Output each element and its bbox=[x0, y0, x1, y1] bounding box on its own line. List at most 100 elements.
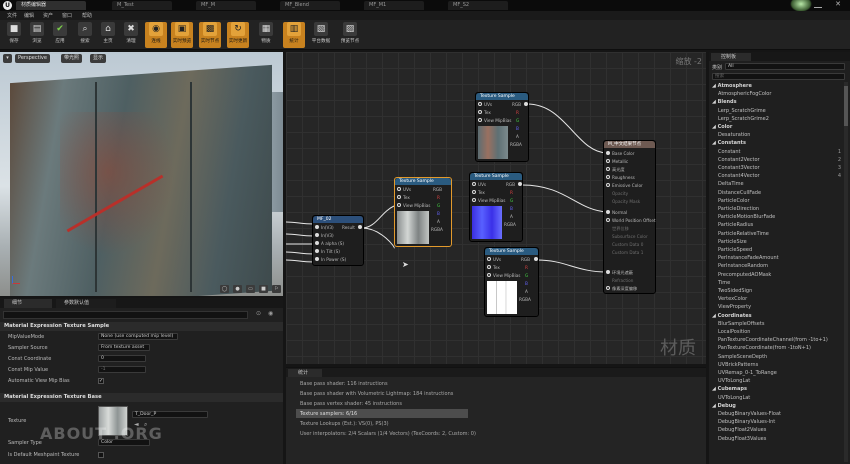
const-mip-value-input[interactable]: -1 bbox=[98, 366, 146, 373]
live-preview-button[interactable]: ▣ 实时预览 bbox=[171, 22, 193, 48]
auto-view-mip-bias-checkbox[interactable]: ✓ bbox=[98, 378, 104, 384]
menu-help[interactable]: 帮助 bbox=[82, 12, 92, 19]
palette-scrollbar[interactable] bbox=[844, 82, 848, 462]
palette-search-input[interactable]: 搜索 bbox=[712, 73, 845, 80]
input-pin[interactable] bbox=[606, 218, 610, 222]
search-button[interactable]: ⌕ 搜索 bbox=[74, 22, 96, 48]
palette-item[interactable]: UVToLongLat bbox=[718, 395, 750, 401]
tab-mf-m1[interactable]: MF_M1 bbox=[364, 1, 424, 10]
preview-cube-button[interactable]: ■ bbox=[259, 285, 268, 293]
palette-category[interactable]: ◢ Blends bbox=[712, 99, 737, 105]
texture-asset-select[interactable]: T_Door_P bbox=[132, 411, 208, 418]
input-pin[interactable] bbox=[606, 270, 610, 274]
input-pin[interactable] bbox=[606, 286, 610, 290]
input-pin[interactable] bbox=[315, 225, 319, 229]
palette-category[interactable]: ◢ Coordinates bbox=[712, 313, 752, 319]
palette-item[interactable]: SampleSceneDepth bbox=[718, 354, 767, 360]
connectors-button[interactable]: ◉ 连线 bbox=[145, 22, 167, 48]
palette-item[interactable]: Constant bbox=[718, 149, 740, 155]
tab-details[interactable]: 细节 bbox=[4, 299, 52, 308]
palette-item[interactable]: ParticleRelativeTime bbox=[718, 231, 769, 237]
palette-item[interactable]: UVRemap_0-1_ToRange bbox=[718, 370, 777, 376]
palette-item[interactable]: DebugBinaryValues-Float bbox=[718, 411, 781, 417]
viewport-menu-button[interactable]: ▾ bbox=[3, 54, 12, 63]
menu-edit[interactable]: 编辑 bbox=[24, 12, 34, 19]
palette-item[interactable]: Lerp_ScratchGrime bbox=[718, 108, 766, 114]
save-button[interactable]: ■ 保存 bbox=[3, 22, 25, 48]
input-pin[interactable] bbox=[606, 151, 610, 155]
minimize-button[interactable] bbox=[814, 2, 822, 8]
palette-item[interactable]: UVToLongLat bbox=[718, 378, 750, 384]
close-button[interactable]: ✕ bbox=[832, 0, 844, 10]
output-pin[interactable] bbox=[534, 257, 538, 261]
input-pin[interactable] bbox=[315, 241, 319, 245]
palette-item[interactable]: BlurSampleOffsets bbox=[718, 321, 764, 327]
palette-item[interactable]: DebugFloat3Values bbox=[718, 436, 766, 442]
output-pin[interactable] bbox=[518, 182, 522, 186]
palette-item[interactable]: Constant2Vector bbox=[718, 157, 760, 163]
input-pin[interactable] bbox=[472, 198, 476, 202]
scrollbar-thumb[interactable] bbox=[844, 86, 848, 126]
palette-item[interactable]: ParticleMotionBlurFade bbox=[718, 214, 775, 220]
mip-value-mode-select[interactable]: None (use computed mip level) bbox=[98, 333, 178, 340]
palette-item[interactable]: AtmosphericFogColor bbox=[718, 91, 771, 97]
const-coordinate-input[interactable]: 0 bbox=[98, 355, 146, 362]
material-function-node[interactable]: MF_02 In(V3) In(V3) A alpha (S) In Tilt … bbox=[312, 215, 364, 266]
texture-sample-node-selected[interactable]: Texture Sample UVs Tex View MipBias RGB … bbox=[394, 177, 452, 247]
input-pin[interactable] bbox=[606, 159, 610, 163]
lit-button[interactable]: 带光照 bbox=[61, 54, 83, 63]
palette-item[interactable]: PrecomputedAOMask bbox=[718, 272, 771, 278]
tab-material-editor[interactable]: 材质编辑器 bbox=[16, 1, 86, 10]
input-pin[interactable] bbox=[315, 249, 319, 253]
palette-item[interactable]: Constant3Vector bbox=[718, 165, 760, 171]
preview-viewport[interactable]: ▾ Perspective 带光照 显示 ◯ ● ▭ ■ ⚐ bbox=[0, 52, 283, 296]
tab-parameter-defaults[interactable]: 参数默认值 bbox=[56, 299, 116, 308]
tab-palette[interactable]: 控制板 bbox=[711, 53, 751, 61]
palette-item[interactable]: Desaturation bbox=[718, 132, 750, 138]
tab-mf-blend[interactable]: MF_Blend bbox=[280, 1, 340, 10]
menu-file[interactable]: 文件 bbox=[7, 12, 17, 19]
input-pin[interactable] bbox=[606, 183, 610, 187]
preview-cylinder-button[interactable]: ◯ bbox=[220, 285, 229, 293]
input-pin[interactable] bbox=[478, 102, 482, 106]
eye-icon[interactable]: ◉ bbox=[268, 310, 276, 318]
input-pin[interactable] bbox=[606, 210, 610, 214]
sampler-source-select[interactable]: From texture asset bbox=[98, 344, 150, 351]
menu-asset[interactable]: 资产 bbox=[43, 12, 53, 19]
input-pin[interactable] bbox=[397, 203, 401, 207]
apply-button[interactable]: ✔ 应用 bbox=[49, 22, 71, 48]
input-pin[interactable] bbox=[487, 257, 491, 261]
texture-sample-node[interactable]: Texture Sample UVs Tex View MipBias RGB … bbox=[469, 172, 523, 242]
preview-plane-button[interactable]: ▭ bbox=[246, 285, 255, 293]
palette-item[interactable]: LocalPosition bbox=[718, 329, 750, 335]
hlsl-button[interactable]: ▦ 物质 bbox=[255, 22, 277, 48]
input-pin[interactable] bbox=[606, 167, 610, 171]
palette-item[interactable]: TwoSidedSign bbox=[718, 288, 752, 294]
palette-item[interactable]: DistanceCullFade bbox=[718, 190, 761, 196]
tab-m-test[interactable]: M_Test bbox=[112, 1, 172, 10]
palette-item[interactable]: ParticleDirection bbox=[718, 206, 759, 212]
output-pin[interactable] bbox=[358, 225, 362, 229]
stats-button[interactable]: ▥ 统计 bbox=[283, 22, 305, 48]
perspective-button[interactable]: Perspective bbox=[15, 54, 50, 63]
palette-item[interactable]: ParticleColor bbox=[718, 198, 750, 204]
view-options-icon[interactable]: ⊙ bbox=[256, 310, 264, 318]
clean-button[interactable]: ✖ 清理 bbox=[120, 22, 142, 48]
palette-item[interactable]: Constant4Vector bbox=[718, 173, 760, 179]
show-button[interactable]: 显示 bbox=[90, 54, 107, 63]
section-texture-sample[interactable]: Material Expression Texture Sample bbox=[0, 322, 283, 331]
palette-item[interactable]: Lerp_ScratchGrime2 bbox=[718, 116, 769, 122]
input-pin[interactable] bbox=[315, 233, 319, 237]
palette-category[interactable]: ◢ Debug bbox=[712, 403, 736, 409]
palette-category[interactable]: ◢ Cubemaps bbox=[712, 386, 747, 392]
section-texture-base[interactable]: Material Expression Texture Base bbox=[0, 393, 283, 402]
palette-item[interactable]: PanTextureCoordinate(from -1toN+1) bbox=[718, 345, 811, 351]
input-pin[interactable] bbox=[315, 257, 319, 261]
default-meshpaint-checkbox[interactable] bbox=[98, 452, 104, 458]
browse-button[interactable]: ▤ 浏览 bbox=[26, 22, 48, 48]
category-filter-select[interactable]: All bbox=[725, 63, 845, 70]
texture-sample-node[interactable]: Texture Sample UVs Tex View MipBias RGB … bbox=[475, 92, 529, 162]
details-search-input[interactable] bbox=[3, 311, 248, 319]
input-pin[interactable] bbox=[606, 175, 610, 179]
palette-item[interactable]: DebugFloat2Values bbox=[718, 427, 766, 433]
